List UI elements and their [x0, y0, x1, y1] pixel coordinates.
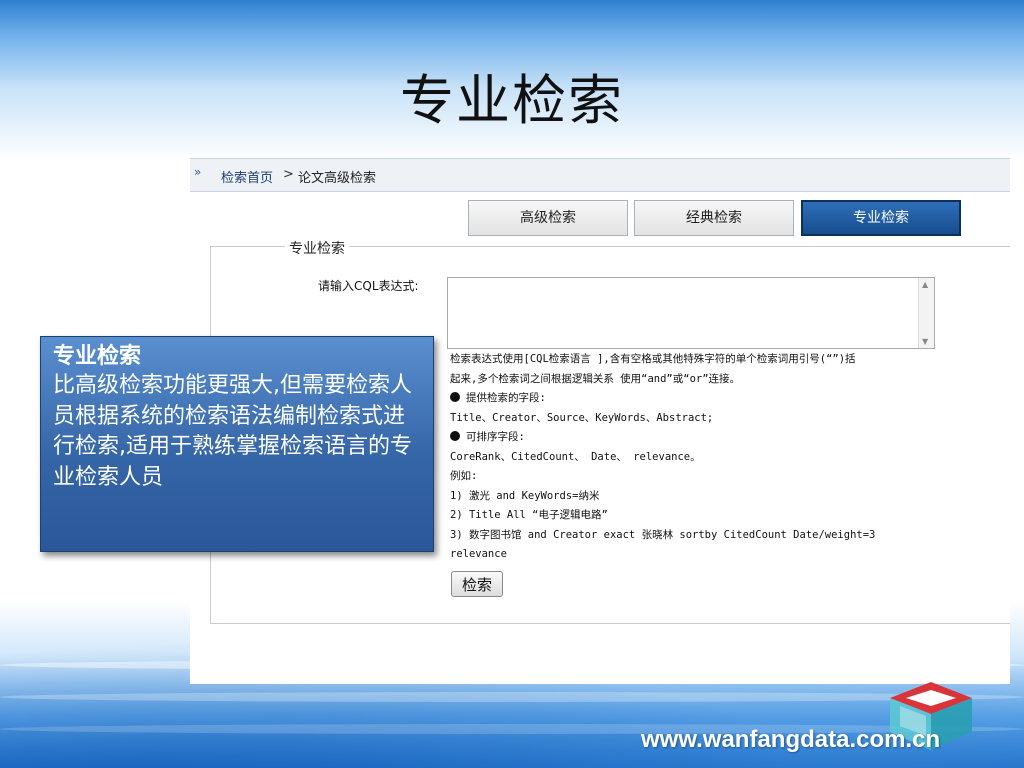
- help-line: 例如:: [450, 470, 478, 482]
- footer-url: www.wanfangdata.com.cn: [641, 726, 941, 753]
- search-button[interactable]: 检索: [451, 571, 503, 597]
- tab-classic-search[interactable]: 经典检索: [634, 200, 794, 236]
- help-line: 3) 数字图书馆 and Creator exact 张晓林 sortby Ci…: [450, 528, 876, 541]
- textarea-scrollbar[interactable]: ▲ ▼: [918, 278, 934, 348]
- double-chevron-icon: »: [194, 165, 202, 179]
- bullet-icon: [450, 392, 460, 402]
- scroll-down-icon[interactable]: ▼: [922, 337, 928, 346]
- slide-title: 专业检索: [400, 69, 624, 132]
- breadcrumb-separator: >: [283, 167, 294, 182]
- cql-expression-input[interactable]: [447, 277, 935, 349]
- help-sort-heading: 可排序字段:: [466, 431, 525, 443]
- help-line: 可排序字段:: [450, 428, 950, 448]
- form-legend: 专业检索: [285, 238, 349, 258]
- callout-body: 比高级检索功能更强大,但需要检索人员根据系统的检索语法编制检索式进行检索,适用于…: [53, 373, 412, 490]
- callout-title: 专业检索: [53, 344, 142, 369]
- help-fields-heading: 提供检索的字段:: [466, 392, 546, 404]
- help-line: 提供检索的字段:: [450, 389, 950, 409]
- help-line: 起来,多个检索词之间根据逻辑关系 使用“and”或“or”连接。: [450, 372, 741, 385]
- help-line: 2) Title All “电子逻辑电路”: [450, 509, 608, 521]
- breadcrumb: » 检索首页 > 论文高级检索: [190, 158, 1010, 192]
- help-line: 1) 激光 and KeyWords=纳米: [450, 489, 600, 502]
- callout-box: 专业检索 比高级检索功能更强大,但需要检索人员根据系统的检索语法编制检索式进行检…: [40, 336, 434, 552]
- help-line: CoreRank、CitedCount、 Date、 relevance。: [450, 450, 701, 463]
- cql-help-text: 检索表达式使用[CQL检索语言 ],含有空格或其他特殊字符的单个检索词用引号(“…: [450, 350, 950, 565]
- scroll-up-icon[interactable]: ▲: [922, 280, 928, 289]
- bullet-icon: [450, 431, 460, 441]
- wave-decoration: [0, 692, 1024, 702]
- breadcrumb-current: 论文高级检索: [298, 171, 377, 186]
- tab-advanced-search[interactable]: 高级检索: [468, 200, 628, 236]
- breadcrumb-home-link[interactable]: 检索首页: [221, 167, 273, 186]
- help-line: Title、Creator、Source、KeyWords、Abstract;: [450, 411, 714, 424]
- tab-professional-search[interactable]: 专业检索: [801, 200, 961, 236]
- cql-label: 请输入CQL表达式:: [318, 279, 419, 293]
- help-line: 检索表达式使用[CQL检索语言 ],含有空格或其他特殊字符的单个检索词用引号(“…: [450, 353, 856, 365]
- help-line: relevance: [450, 548, 507, 560]
